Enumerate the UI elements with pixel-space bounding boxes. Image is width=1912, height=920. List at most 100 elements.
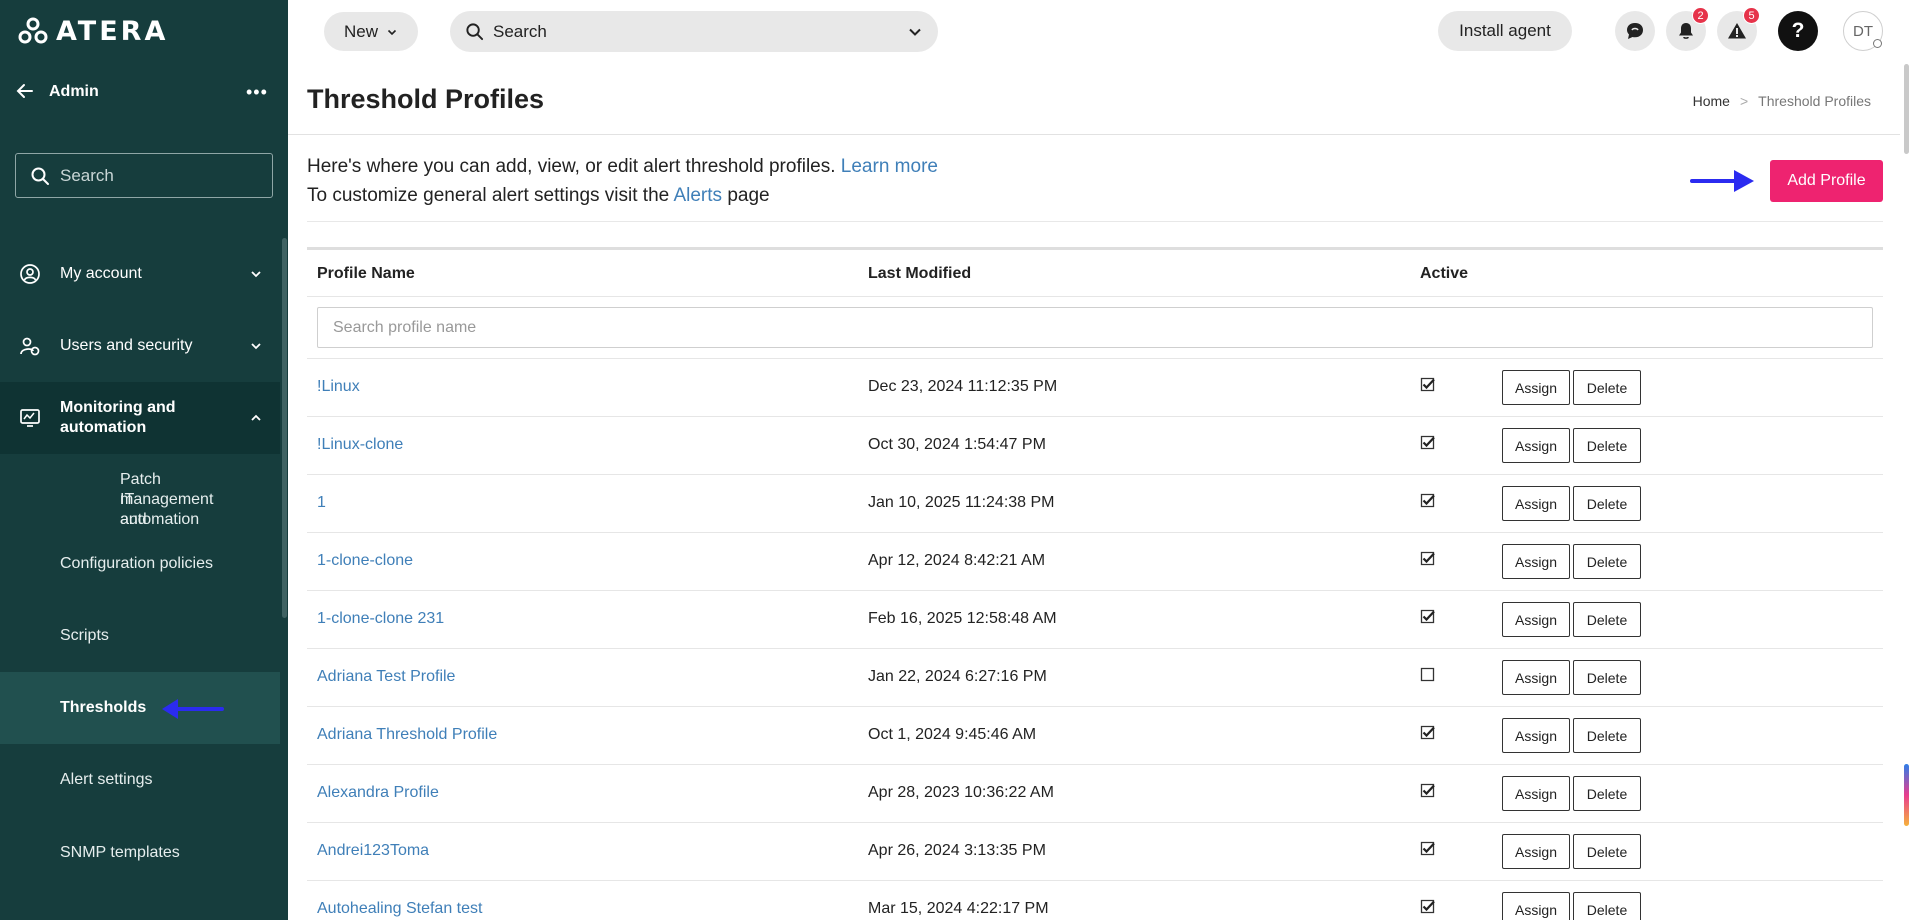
sidebar-sub-snmp-templates[interactable]: SNMP templates [0,833,280,873]
sidebar-scrollbar[interactable] [282,238,287,618]
delete-button[interactable]: Delete [1573,486,1641,521]
sidebar-sub-configuration-policies[interactable]: Configuration policies [0,544,280,584]
delete-button[interactable]: Delete [1573,544,1641,579]
delete-button[interactable]: Delete [1573,428,1641,463]
user-circle-icon [20,264,40,284]
sidebar-sub-label: Configuration policies [60,555,213,572]
notifications-button[interactable]: 2 [1666,7,1709,51]
help-button[interactable]: ? [1778,11,1818,51]
delete-button[interactable]: Delete [1573,834,1641,869]
last-modified-date: Jan 22, 2024 6:27:16 PM [868,668,1047,685]
profile-name-link[interactable]: 1 [317,494,326,512]
assign-button[interactable]: Assign [1502,718,1570,753]
column-header-last-modified[interactable]: Last Modified [868,265,971,283]
assign-button[interactable]: Assign [1502,486,1570,521]
sidebar-search [15,153,273,198]
notifications-badge: 2 [1692,7,1709,24]
label-line: automation [60,419,147,436]
delete-button[interactable]: Delete [1573,602,1641,637]
main-scrollbar[interactable] [1904,64,1909,154]
chevron-down-icon [251,343,261,350]
warning-icon [1728,23,1746,39]
sidebar-item-my-account[interactable]: My account [0,254,280,294]
chevron-down-icon[interactable] [908,25,922,39]
table-row: Adriana Test Profile Jan 22, 2024 6:27:16… [307,649,1883,707]
profile-name-link[interactable]: Andrei123Toma [317,842,429,860]
sidebar-sub-thresholds[interactable]: Thresholds [0,672,280,744]
sidebar-item-monitoring-automation[interactable]: Monitoring and automation [0,382,280,454]
intro-line-2: To customize general alert settings visi… [307,181,938,210]
assign-button[interactable]: Assign [1502,892,1570,920]
profile-name-link[interactable]: Adriana Threshold Profile [317,726,497,744]
table-row: 1-clone-clone 231 Feb 16, 2025 12:58:48 A… [307,591,1883,649]
assign-button[interactable]: Assign [1502,660,1570,695]
alerts-link[interactable]: Alerts [673,185,722,206]
global-search-input[interactable] [493,21,893,42]
install-agent-button[interactable]: Install agent [1438,11,1572,51]
new-button[interactable]: New [324,12,418,51]
assign-button[interactable]: Assign [1502,544,1570,579]
delete-button[interactable]: Delete [1573,718,1641,753]
profile-name-link[interactable]: !Linux-clone [317,436,403,454]
checkbox-checked-icon [1420,783,1435,798]
atera-logo[interactable]: ATERA [18,16,168,47]
delete-button[interactable]: Delete [1573,370,1641,405]
intro-text-2: To customize general alert settings visi… [307,185,670,206]
sidebar-sub-label: Thresholds [60,699,147,716]
breadcrumb-home[interactable]: Home [1693,93,1730,109]
sidebar-item-users-security[interactable]: Users and security [0,326,280,366]
profile-name-link[interactable]: 1-clone-clone 231 [317,610,444,628]
delete-button[interactable]: Delete [1573,776,1641,811]
sidebar-sub-label: Scripts [60,627,109,644]
chat-icon [1627,23,1643,39]
assign-button[interactable]: Assign [1502,428,1570,463]
sidebar-sub-scripts[interactable]: Scripts [0,616,280,656]
delete-button[interactable]: Delete [1573,660,1641,695]
chevron-down-icon [387,29,397,35]
column-header-active[interactable]: Active [1420,265,1468,283]
breadcrumb-current: Threshold Profiles [1758,93,1871,109]
last-modified-date: Oct 30, 2024 1:54:47 PM [868,436,1046,453]
checkbox-checked-icon [1420,493,1435,508]
last-modified-date: Jan 10, 2025 11:24:38 PM [868,494,1055,511]
profile-name-link[interactable]: !Linux [317,378,360,396]
table-row: Autohealing Stefan test Mar 15, 2024 4:22… [307,881,1883,920]
table-row: Andrei123Toma Apr 26, 2024 3:13:35 PM Assi… [307,823,1883,881]
sidebar-sub-alert-settings[interactable]: Alert settings [0,760,280,800]
column-header-profile-name[interactable]: Profile Name [317,265,415,283]
assign-button[interactable]: Assign [1502,834,1570,869]
breadcrumb-separator: > [1739,93,1749,109]
profile-name-link[interactable]: Alexandra Profile [317,784,439,802]
profile-name-link[interactable]: 1-clone-clone [317,552,413,570]
profiles-table: Profile Name Last Modified Active !Linux… [307,247,1883,920]
assign-button[interactable]: Assign [1502,602,1570,637]
table-header: Profile Name Last Modified Active [307,247,1883,297]
status-indicator [1873,39,1882,48]
annotation-arrow-icon [162,699,224,719]
alerts-button[interactable]: 5 [1717,7,1760,51]
learn-more-link[interactable]: Learn more [841,156,938,177]
last-modified-date: Apr 12, 2024 8:42:21 AM [868,552,1046,569]
checkbox-checked-icon [1420,899,1435,914]
label-line: IT automation [120,491,200,528]
assign-button[interactable]: Assign [1502,776,1570,811]
assign-button[interactable]: Assign [1502,370,1570,405]
profile-name-link[interactable]: Adriana Test Profile [317,668,455,686]
add-profile-button[interactable]: Add Profile [1770,160,1883,202]
sidebar: ATERA Admin ••• My account User [0,0,288,920]
sidebar-search-input[interactable] [60,165,260,186]
avatar[interactable]: DT [1843,11,1883,51]
sidebar-item-label: My account [60,265,142,282]
page-title: Threshold Profiles [307,84,545,114]
more-options-icon[interactable]: ••• [246,82,268,103]
chat-button[interactable] [1615,11,1655,51]
back-arrow-icon[interactable] [14,80,36,102]
delete-button[interactable]: Delete [1573,892,1641,920]
scroll-indicator [1904,764,1909,826]
sidebar-sub-patch-management[interactable]: Patch management and IT automation [0,454,280,528]
profile-name-link[interactable]: Autohealing Stefan test [317,900,482,918]
breadcrumb: Home > Threshold Profiles [1693,93,1871,109]
profile-search-input[interactable] [317,307,1873,348]
checkbox-checked-icon [1420,609,1435,624]
admin-header: Admin ••• [0,72,288,112]
